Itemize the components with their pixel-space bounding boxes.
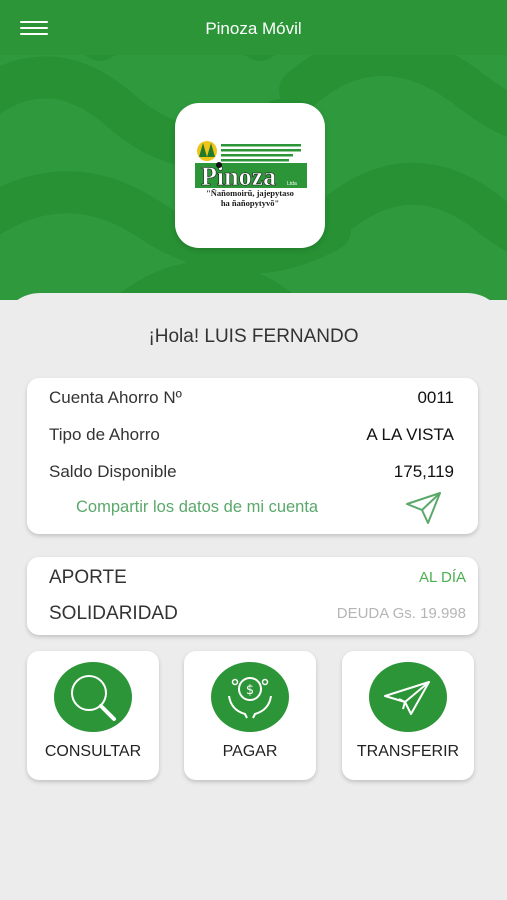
share-account-link[interactable]: Compartir los datos de mi cuenta	[76, 498, 318, 517]
consultar-button[interactable]: CONSULTAR	[27, 651, 159, 780]
balance-label: Saldo Disponible	[49, 462, 177, 481]
contributions-card: APORTE AL DÍA SOLIDARIDAD DEUDA Gs. 19.9…	[27, 557, 478, 635]
pagar-label: PAGAR	[222, 743, 278, 760]
top-bar: Pinoza Móvil	[0, 0, 507, 55]
header-banner: Pinoza Móvil Pinoza Ltda "Ñañomoirũ, jaj…	[0, 0, 507, 300]
pinoza-logo: Pinoza Ltda "Ñañomoirũ, jajepytaso ha ña…	[195, 141, 307, 208]
pagar-button[interactable]: $ PAGAR	[184, 651, 316, 780]
account-number-label: Cuenta Ahorro Nº	[49, 388, 182, 407]
transferir-label: TRANSFERIR	[356, 743, 460, 760]
logo-tagline-2: ha ñañopytyvõ"	[221, 198, 279, 208]
share-send-icon[interactable]	[404, 490, 444, 526]
paper-plane-icon	[384, 681, 430, 715]
logo-card: Pinoza Ltda "Ñañomoirũ, jajepytaso ha ña…	[175, 103, 325, 248]
savings-type-value: A LA VISTA	[366, 425, 454, 444]
logo-wordmark: Pinoza	[201, 162, 276, 191]
consultar-label: CONSULTAR	[44, 743, 142, 760]
contribution-status: AL DÍA	[419, 569, 466, 586]
money-hands-icon: $	[228, 677, 272, 719]
contribution-label: SOLIDARIDAD	[49, 603, 178, 624]
magnifier-icon	[71, 675, 116, 721]
app-title: Pinoza Móvil	[205, 19, 302, 38]
greeting-text: ¡Hola! LUIS FERNANDO	[148, 326, 359, 347]
contribution-status: DEUDA Gs. 19.998	[336, 605, 466, 622]
logo-suffix: Ltda	[287, 181, 297, 187]
account-card: Cuenta Ahorro Nº 0011 Tipo de Ahorro A L…	[27, 378, 478, 534]
logo-tagline-1: "Ñañomoirũ, jajepytaso	[206, 188, 294, 198]
savings-type-label: Tipo de Ahorro	[49, 425, 160, 444]
balance-value: 175,119	[393, 462, 454, 481]
svg-text:$: $	[246, 683, 254, 698]
transferir-button[interactable]: TRANSFERIR	[342, 651, 474, 780]
account-number-value: 0011	[417, 388, 454, 407]
contribution-label: APORTE	[49, 567, 127, 588]
